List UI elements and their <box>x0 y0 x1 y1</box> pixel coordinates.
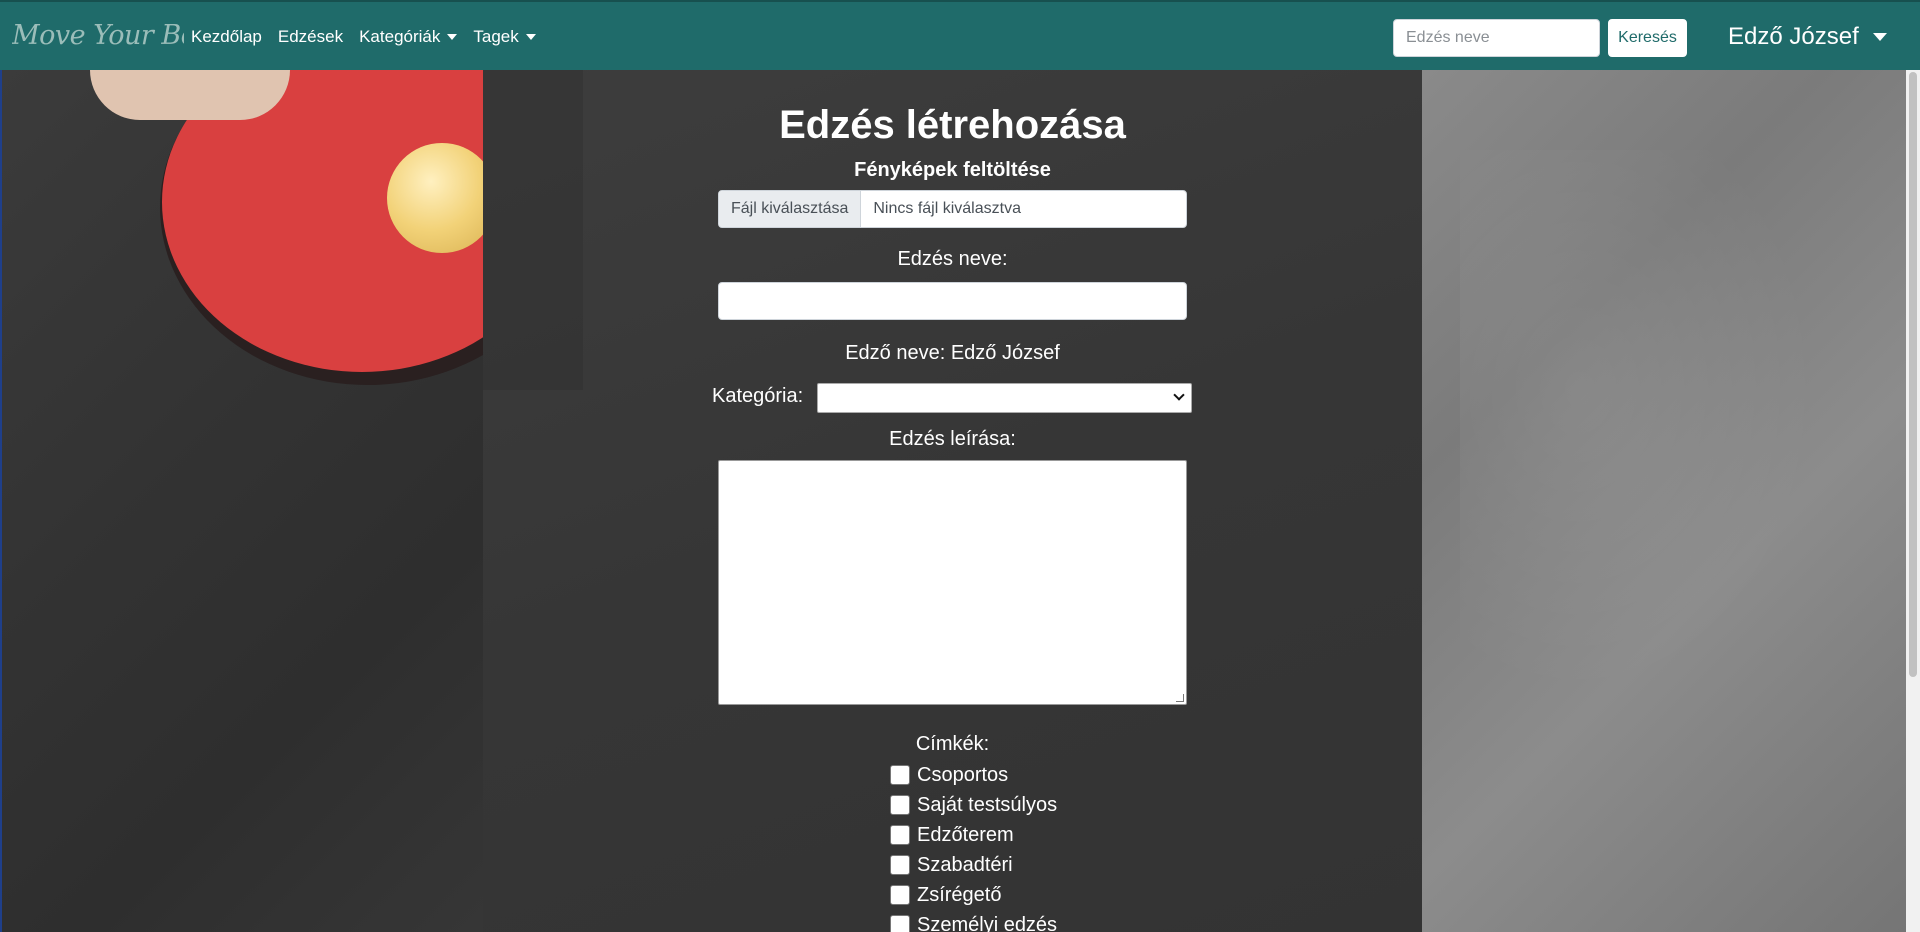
tag-checkbox-bodyweight[interactable]: Saját testsúlyos <box>890 790 1057 820</box>
ping-pong-ball-image <box>387 143 497 253</box>
checkbox[interactable] <box>890 795 910 815</box>
category-select[interactable] <box>817 383 1192 413</box>
tag-checkbox-fatburn[interactable]: Zsírégető <box>890 880 1057 910</box>
tag-checkbox-outdoor[interactable]: Szabadtéri <box>890 850 1057 880</box>
tag-label: Edzőterem <box>917 823 1014 846</box>
tag-label: Zsírégető <box>917 883 1002 906</box>
chevron-down-icon <box>1872 33 1887 41</box>
tags-list: Csoportos Saját testsúlyos Edzőterem Sza… <box>890 760 1057 932</box>
nav-link-home[interactable]: Kezdőlap <box>191 27 262 47</box>
search-input[interactable] <box>1393 19 1600 57</box>
chevron-down-icon <box>1173 389 1185 401</box>
search-button[interactable]: Keresés <box>1608 19 1687 57</box>
page-scrollbar[interactable] <box>1906 70 1920 932</box>
navbar: Move Your Body Kezdőlap Edzések Kategóri… <box>0 0 1920 70</box>
category-row: Kategória: <box>712 383 1192 413</box>
workout-name-label: Edzés neve: <box>897 248 1008 270</box>
nav-link-categories-label: Kategóriák <box>359 27 441 46</box>
page-title: Edzés létrehozása <box>779 103 1126 147</box>
user-menu[interactable]: Edző József <box>1728 2 1887 72</box>
workout-name-input[interactable] <box>718 282 1187 320</box>
tag-checkbox-gym[interactable]: Edzőterem <box>890 820 1057 850</box>
scrollbar-thumb[interactable] <box>1909 72 1917 677</box>
nav-link-home-label: Kezdőlap <box>191 27 262 46</box>
hand-image <box>90 70 290 120</box>
description-label: Edzés leírása: <box>889 428 1016 450</box>
checkbox[interactable] <box>890 915 910 932</box>
file-status-text: Nincs fájl kiválasztva <box>873 200 1021 217</box>
tag-label: Csoportos <box>917 763 1009 786</box>
tag-label: Szabadtéri <box>917 853 1013 876</box>
nav-link-categories[interactable]: Kategóriák <box>359 27 458 47</box>
file-choose-button[interactable]: Fájl kiválasztása <box>719 191 862 227</box>
file-upload-input[interactable]: Fájl kiválasztása Nincs fájl kiválasztva <box>718 190 1187 228</box>
user-name: Edző József <box>1728 23 1859 50</box>
checkbox[interactable] <box>890 825 910 845</box>
checkbox[interactable] <box>890 885 910 905</box>
nav-link-workouts-label: Edzések <box>277 27 344 46</box>
tag-label: Saját testsúlyos <box>917 793 1058 816</box>
tag-checkbox-group[interactable]: Csoportos <box>890 760 1057 790</box>
trainer-name-text: Edző neve: Edző József <box>845 342 1060 364</box>
tag-label: Személyi edzés <box>917 913 1058 932</box>
nav-link-tags-label: Tagek <box>473 27 519 46</box>
checkbox[interactable] <box>890 855 910 875</box>
chevron-down-icon <box>525 34 536 40</box>
description-textarea[interactable] <box>718 460 1187 705</box>
nav-link-tags[interactable]: Tagek <box>473 27 536 47</box>
photo-upload-label: Fényképek feltöltése <box>854 159 1051 181</box>
tags-label: Címkék: <box>915 733 990 755</box>
checkbox[interactable] <box>890 765 910 785</box>
create-workout-form: Edzés létrehozása Fényképek feltöltése F… <box>483 70 1422 932</box>
tag-checkbox-personal[interactable]: Személyi edzés <box>890 910 1057 932</box>
concrete-texture <box>1460 150 1860 750</box>
resize-handle-icon[interactable] <box>1176 694 1184 702</box>
chevron-down-icon <box>447 34 458 40</box>
category-label: Kategória: <box>712 385 804 407</box>
brand-logo[interactable]: Move Your Body <box>12 14 184 58</box>
nav-links: Kezdőlap Edzések Kategóriák Tagek <box>191 2 552 72</box>
nav-link-workouts[interactable]: Edzések <box>278 27 343 47</box>
